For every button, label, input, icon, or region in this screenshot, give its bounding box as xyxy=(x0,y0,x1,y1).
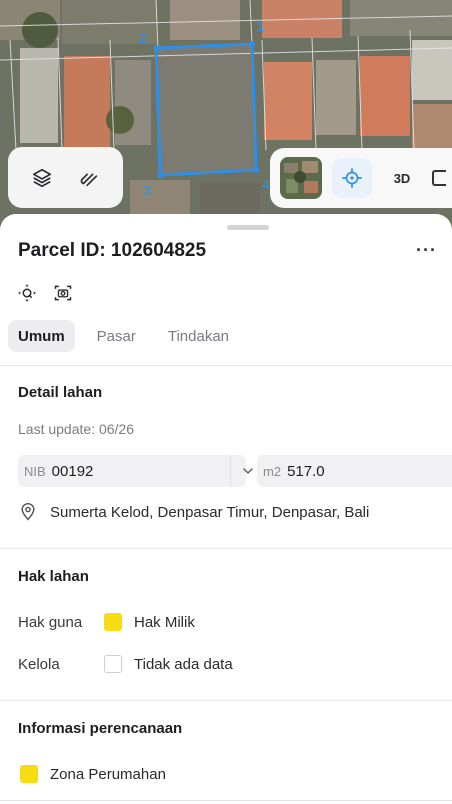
zone-row: Zona Perumahan xyxy=(18,765,166,783)
vertex-label-4: 4 xyxy=(262,176,270,192)
map-view-panel: 3D xyxy=(270,148,452,208)
basemap-thumbnail[interactable] xyxy=(280,157,322,199)
area-unit: m2 xyxy=(263,463,282,479)
sheet-drag-handle[interactable] xyxy=(227,225,269,230)
divider xyxy=(0,365,452,366)
parcel-title: Parcel ID: 102604825 xyxy=(18,240,207,261)
tab-umum[interactable]: Umum xyxy=(8,320,75,352)
fullscreen-icon[interactable] xyxy=(432,170,446,186)
address-row: Sumerta Kelod, Denpasar Timur, Denpasar,… xyxy=(18,502,369,522)
section-title-planning: Informasi perencanaan xyxy=(18,720,183,737)
satellite-thumbnail-icon xyxy=(280,157,322,199)
map-tools-panel xyxy=(8,147,123,208)
nib-select[interactable]: NIB 00192 xyxy=(18,455,253,487)
rights-row-kelola: Kelola Tidak ada data xyxy=(18,655,233,673)
chevron-down-icon xyxy=(243,468,253,474)
measure-tool-icon xyxy=(80,173,98,186)
color-swatch xyxy=(104,613,122,631)
zoom-to-parcel-icon xyxy=(18,284,36,302)
layers-button[interactable] xyxy=(22,158,62,198)
parcel-detail-sheet: Parcel ID: 102604825 ··· Umum Pasar Tind… xyxy=(0,214,452,804)
rights-key: Kelola xyxy=(18,655,60,673)
section-title-detail: Detail lahan xyxy=(18,384,103,401)
map-view[interactable]: 1 2 3 4 3D xyxy=(0,0,452,240)
tab-pasar[interactable]: Pasar xyxy=(87,320,146,352)
divider xyxy=(0,700,452,701)
area-value: 517.0 xyxy=(287,462,325,480)
rights-row-hak-guna: Hak guna Hak Milik xyxy=(18,613,195,631)
layers-icon xyxy=(32,168,51,187)
tab-tindakan[interactable]: Tindakan xyxy=(158,320,239,352)
vertex-label-2: 2 xyxy=(138,30,146,46)
color-swatch xyxy=(104,655,122,673)
nib-prefix: NIB xyxy=(24,463,46,479)
more-options-button[interactable]: ··· xyxy=(416,240,437,261)
screenshot-icon xyxy=(54,285,72,301)
vertex-label-1: 1 xyxy=(256,18,264,34)
tab-bar: Umum Pasar Tindakan xyxy=(8,320,251,352)
measure-button[interactable] xyxy=(69,158,109,198)
parcel-tools xyxy=(14,280,76,306)
rights-key: Hak guna xyxy=(18,613,83,631)
rights-value: Hak Milik xyxy=(134,613,195,631)
zoom-to-parcel-button[interactable] xyxy=(14,280,40,306)
divider xyxy=(0,800,452,801)
divider xyxy=(0,548,452,549)
address-text: Sumerta Kelod, Denpasar Timur, Denpasar,… xyxy=(50,503,370,521)
toggle-3d-button[interactable]: 3D xyxy=(382,171,422,186)
zone-label: Zona Perumahan xyxy=(50,765,166,783)
rights-value: Tidak ada data xyxy=(134,655,233,673)
section-title-rights: Hak lahan xyxy=(18,568,89,585)
nib-value: 00192 xyxy=(51,462,94,480)
vertex-label-3: 3 xyxy=(143,182,151,198)
area-field[interactable]: m2 517.0 xyxy=(257,455,452,487)
locate-button[interactable] xyxy=(332,158,372,198)
last-update-text: Last update: 06/26 xyxy=(18,421,134,437)
zone-color-swatch xyxy=(20,765,38,783)
crosshair-icon xyxy=(342,168,362,188)
screenshot-button[interactable] xyxy=(50,280,76,306)
location-pin-icon xyxy=(21,502,35,521)
